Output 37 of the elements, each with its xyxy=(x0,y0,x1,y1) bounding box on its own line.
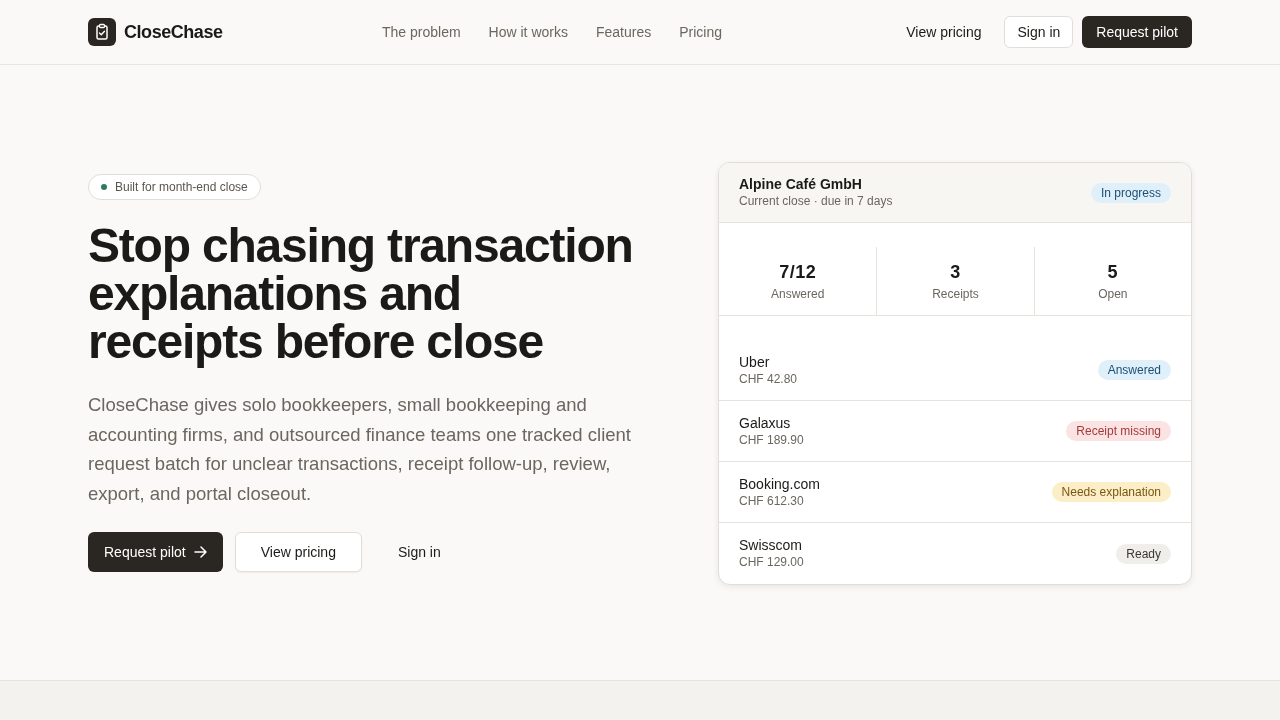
clipboard-check-icon xyxy=(88,18,116,46)
status-pill: Ready xyxy=(1116,543,1171,564)
tag-text: Built for month-end close xyxy=(115,179,248,196)
stat-value: 7/12 xyxy=(779,261,817,284)
amount-text: CHF 189.90 xyxy=(739,431,804,449)
stat-label: Open xyxy=(1098,286,1128,302)
close-subtitle: Current close · due in 7 days xyxy=(739,193,893,210)
merchant-name: Swisscom xyxy=(739,536,803,554)
status-pill: Answered xyxy=(1097,360,1171,380)
amount-text: CHF 42.80 xyxy=(739,370,798,388)
merchant-name: Uber xyxy=(739,352,771,371)
nav-link[interactable]: Pricing xyxy=(679,21,722,43)
stat-value: 5 xyxy=(1107,261,1119,284)
sign-in-link[interactable]: Sign in xyxy=(373,532,465,572)
view-pricing-button[interactable]: View pricing xyxy=(234,532,362,572)
sign-in-button[interactable]: Sign in xyxy=(1004,16,1074,48)
merchant-name: Galaxus xyxy=(739,413,792,432)
hero-description: CloseChase gives solo bookkeepers, small bookkeeping and accounting firms, and outsourced finance teams one tracked client request batch for unclear transactions, receipt follow-up, review, export, and portal closeout. xyxy=(88,393,632,506)
nav-link[interactable]: The problem xyxy=(382,21,461,43)
request-pilot-button[interactable]: Request pilot xyxy=(88,532,223,572)
request-pilot-button[interactable]: Request pilot xyxy=(1082,16,1192,48)
hero-headline: Stop chasing transaction explanations and receipts before close xyxy=(88,222,634,366)
brand-name: CloseChase xyxy=(124,20,223,44)
stat-label: Receipts xyxy=(932,286,979,302)
merchant-name: Booking.com xyxy=(739,474,820,493)
stat-value: 3 xyxy=(950,261,961,284)
amount-text: CHF 129.00 xyxy=(739,554,804,571)
view-pricing-link[interactable]: View pricing xyxy=(894,16,994,48)
nav-link[interactable]: Features xyxy=(595,21,652,43)
amount-text: CHF 612.30 xyxy=(739,492,805,510)
status-pill: Needs explanation xyxy=(1051,482,1171,502)
status-pill: Receipt missing xyxy=(1066,421,1171,441)
status-pill: In progress xyxy=(1090,182,1171,203)
stat-label: Answered xyxy=(770,286,825,302)
nav-link[interactable]: How it works xyxy=(488,21,568,43)
client-name: Alpine Café GmbH xyxy=(739,175,863,193)
status-dot-icon xyxy=(101,184,107,190)
